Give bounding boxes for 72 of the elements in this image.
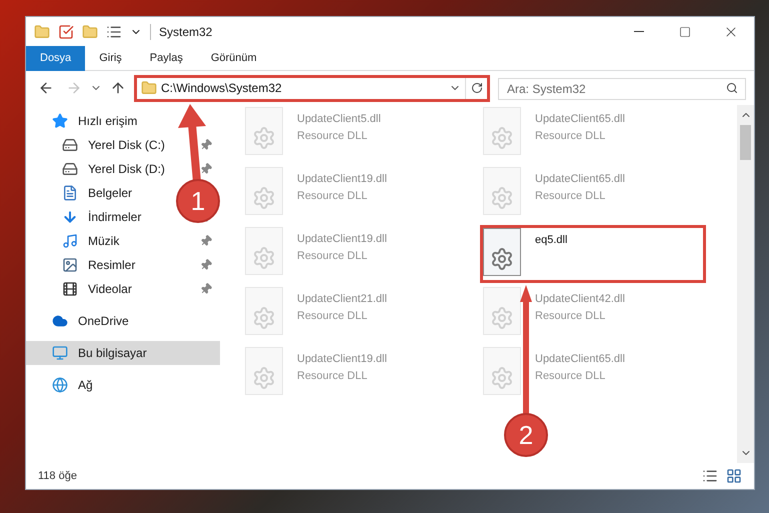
file-name: UpdateClient65.dll	[535, 172, 625, 187]
file-name: UpdateClient65.dll	[535, 112, 625, 127]
sidebar-item[interactable]: Yerel Disk (C:)	[88, 136, 165, 154]
file-type: Resource DLL	[535, 308, 606, 324]
file-type: Resource DLL	[297, 368, 368, 384]
file-name: UpdateClient19.dll	[297, 172, 387, 187]
minimize-icon	[634, 31, 644, 32]
sidebar-item[interactable]: Hızlı erişim	[78, 112, 138, 130]
file-item[interactable]: eq5.dll	[480, 225, 706, 283]
view-icon[interactable]	[106, 24, 122, 40]
sidebar-item[interactable]: Videolar	[88, 280, 132, 298]
window-title: System32	[159, 24, 214, 40]
sidebar-item[interactable]: İndirmeler	[88, 208, 142, 226]
monitor-icon	[52, 345, 68, 361]
file-type: Resource DLL	[297, 188, 368, 204]
search-icon	[726, 82, 738, 94]
ribbon-tab[interactable]: Dosya	[26, 46, 86, 71]
file-type: Resource DLL	[535, 368, 606, 384]
drive-icon	[62, 137, 78, 153]
gear-file-icon	[245, 347, 283, 395]
file-name: UpdateClient19.dll	[297, 232, 387, 247]
ribbon-tab[interactable]: Görünüm	[196, 46, 271, 71]
gear-file-icon	[483, 167, 521, 215]
sidebar-item[interactable]: Resimler	[88, 256, 136, 274]
refresh-icon	[470, 82, 482, 94]
file-name: UpdateClient21.dll	[297, 292, 387, 307]
gear-file-icon	[245, 107, 283, 155]
back-button[interactable]	[38, 80, 54, 96]
folder-icon	[141, 80, 157, 96]
gear-file-icon	[245, 287, 283, 335]
details-view-button[interactable]	[702, 468, 718, 484]
sidebar-label: Bu bilgisayar	[78, 345, 147, 362]
item-count: 118 öğe	[38, 468, 78, 484]
sidebar-item[interactable]: Bu bilgisayar	[26, 341, 220, 365]
file-type: Resource DLL	[297, 308, 368, 324]
file-name: eq5.dll	[535, 233, 568, 248]
file-name: UpdateClient19.dll	[297, 352, 387, 367]
ribbon-tab[interactable]: Giriş	[85, 46, 136, 71]
large-icons-view-button[interactable]	[726, 468, 742, 484]
gear-file-icon	[483, 228, 521, 276]
gear-file-icon	[245, 167, 283, 215]
ribbon-tab[interactable]: Paylaş	[136, 46, 197, 71]
address-field[interactable]: C:\Windows\System32	[137, 78, 465, 98]
sidebar-item[interactable]: Müzik	[88, 232, 120, 250]
sidebar-item[interactable]: OneDrive	[78, 312, 129, 330]
gear-file-icon	[483, 347, 521, 395]
scrollbar[interactable]	[737, 105, 754, 463]
search-field[interactable]: Ara: System32	[498, 78, 746, 100]
scroll-thumb[interactable]	[740, 125, 751, 160]
file-type: Resource DLL	[535, 128, 606, 144]
gear-file-icon	[483, 107, 521, 155]
network-icon	[52, 377, 68, 393]
file-name: UpdateClient5.dll	[297, 112, 381, 127]
sidebar-item[interactable]: Ağ	[78, 376, 93, 394]
film-icon	[62, 281, 78, 297]
gear-file-icon	[245, 227, 283, 275]
file-type: Resource DLL	[297, 248, 368, 264]
cloud-icon	[52, 313, 68, 329]
music-note-icon	[62, 233, 78, 249]
file-name: UpdateClient65.dll	[535, 352, 625, 367]
gear-file-icon	[483, 287, 521, 335]
file-type: Resource DLL	[535, 188, 606, 204]
sidebar-item[interactable]: Belgeler	[88, 184, 132, 202]
drive-icon	[62, 161, 78, 177]
file-type: Resource DLL	[297, 128, 368, 144]
up-button[interactable]	[110, 80, 126, 96]
star-icon	[52, 113, 68, 129]
sidebar-item[interactable]: Yerel Disk (D:)	[88, 160, 165, 178]
picture-icon	[62, 257, 78, 273]
file-name: UpdateClient42.dll	[535, 292, 625, 307]
maximize-icon	[679, 26, 691, 38]
document-icon	[62, 185, 78, 201]
